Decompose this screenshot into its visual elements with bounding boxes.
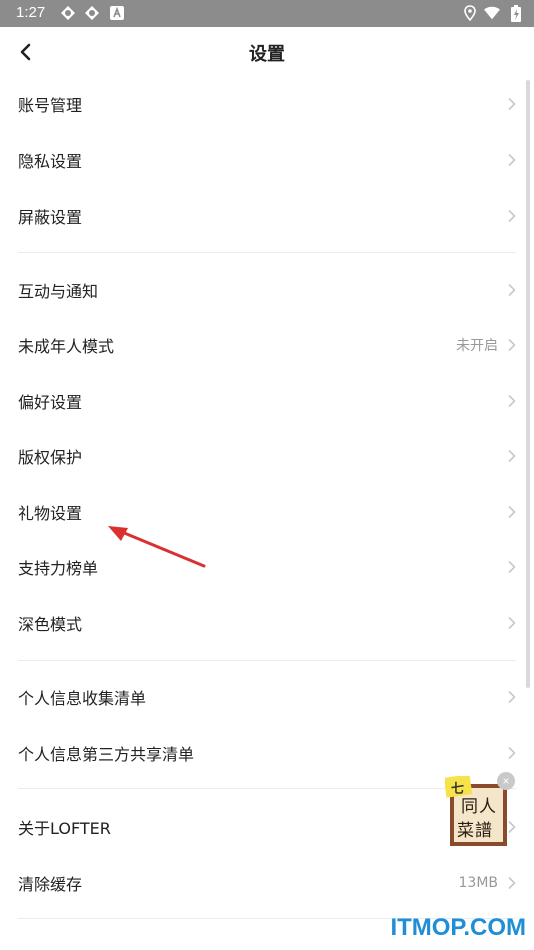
settings-item-label: 支持力榜单 (18, 559, 99, 578)
settings-item-preferences[interactable]: 偏好设置 (0, 373, 534, 429)
chevron-right-icon (508, 877, 516, 889)
settings-item-privacy[interactable]: 隐私设置 (0, 132, 534, 188)
settings-item-dark-mode[interactable]: 深色模式 (0, 595, 534, 651)
settings-item-block[interactable]: 屏蔽设置 (0, 188, 534, 244)
battery-charging-icon (508, 4, 524, 22)
settings-item-label: 礼物设置 (18, 504, 83, 523)
cache-size: 13MB (458, 875, 499, 891)
settings-item-label: 深色模式 (18, 615, 83, 634)
section-divider (18, 252, 516, 253)
settings-item-third-party-sharing[interactable]: 个人信息第三方共享清单 (0, 725, 534, 781)
watermark: ITMOP.COM (390, 914, 526, 941)
chevron-right-icon (508, 395, 516, 407)
settings-item-info-collection[interactable]: 个人信息收集清单 (0, 669, 534, 725)
app-notification-icon (84, 5, 100, 21)
settings-item-label: 版权保护 (18, 448, 83, 467)
annotation-arrow (108, 526, 206, 568)
nav-header: 设置 (0, 27, 534, 77)
settings-item-label: 个人信息第三方共享清单 (18, 745, 195, 764)
settings-item-label: 未成年人模式 (18, 337, 115, 356)
section-divider (18, 660, 516, 661)
status-time: 1:27 (16, 4, 46, 21)
text-a-icon (109, 5, 125, 21)
page-title: 设置 (249, 44, 285, 65)
settings-item-label: 账号管理 (18, 96, 83, 115)
settings-item-copyright[interactable]: 版权保护 (0, 428, 534, 484)
settings-item-label: 个人信息收集清单 (18, 689, 147, 708)
settings-item-minor-mode[interactable]: 未成年人模式 未开启 (0, 317, 534, 373)
settings-item-gifts[interactable]: 礼物设置 (0, 484, 534, 540)
chevron-right-icon (508, 154, 516, 166)
status-bar: 1:27 (0, 0, 534, 27)
settings-item-notifications[interactable]: 互动与通知 (0, 262, 534, 318)
settings-item-account[interactable]: 账号管理 (0, 76, 534, 132)
settings-item-label: 关于LOFTER (18, 819, 111, 838)
chevron-right-icon (508, 98, 516, 110)
settings-item-clear-cache[interactable]: 清除缓存 13MB (0, 855, 534, 911)
location-icon (462, 5, 478, 21)
app-notification-icon (60, 5, 76, 21)
chevron-right-icon (508, 210, 516, 222)
wifi-icon (484, 5, 500, 21)
floating-ad-text-top: 同人 (461, 797, 497, 817)
chevron-right-icon (508, 747, 516, 759)
settings-item-label: 清除缓存 (18, 875, 83, 894)
settings-item-label: 偏好设置 (18, 393, 83, 412)
chevron-right-icon (508, 691, 516, 703)
settings-item-support-ranking[interactable]: 支持力榜单 (0, 539, 534, 595)
chevron-right-icon (508, 284, 516, 296)
floating-ad-text-bottom: 菜譜 (457, 821, 493, 841)
chevron-right-icon (508, 450, 516, 462)
chevron-right-icon (508, 339, 516, 351)
floating-ad-close-button[interactable]: × (497, 772, 515, 790)
chevron-right-icon (508, 561, 516, 573)
minor-mode-status: 未开启 (456, 338, 498, 354)
chevron-right-icon (508, 617, 516, 629)
chevron-right-icon (508, 506, 516, 518)
settings-item-label: 隐私设置 (18, 152, 83, 171)
section-divider (18, 788, 516, 789)
settings-item-label: 屏蔽设置 (18, 208, 83, 227)
settings-item-label: 互动与通知 (18, 282, 99, 301)
